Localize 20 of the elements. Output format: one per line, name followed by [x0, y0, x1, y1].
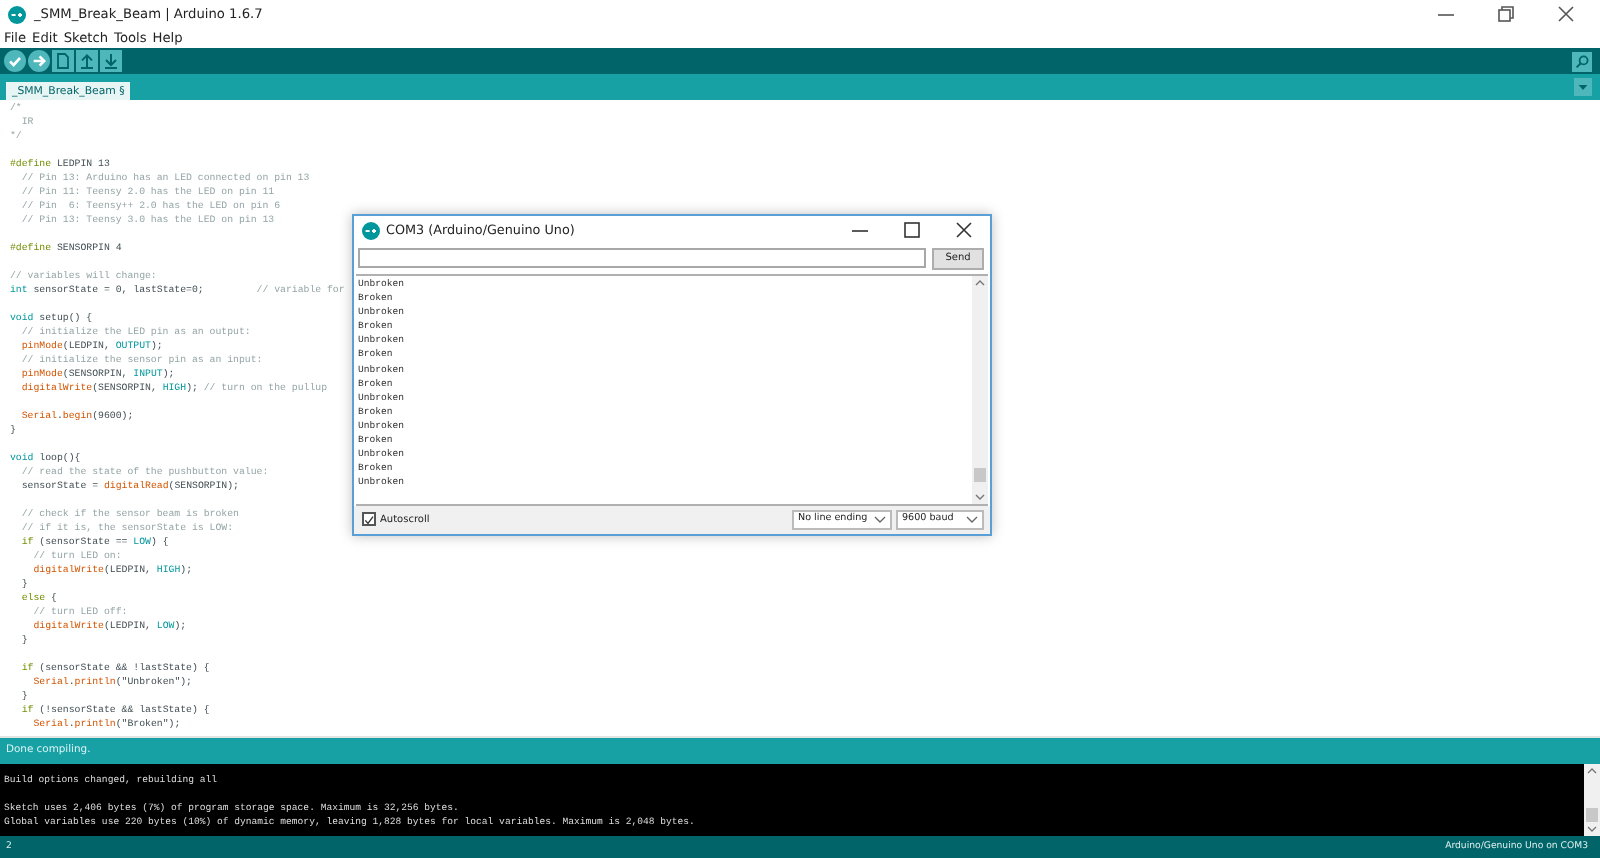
- restore-icon[interactable]: [1496, 4, 1516, 24]
- message-input-field[interactable]: [358, 248, 926, 269]
- up-arrow-icon[interactable]: [76, 50, 98, 72]
- app-logo-icon: [362, 221, 380, 240]
- scrollbar[interactable]: [972, 275, 988, 504]
- app-logo-icon: [8, 5, 26, 23]
- autoscroll-checkbox[interactable]: [362, 512, 376, 527]
- search-icon[interactable]: [1572, 51, 1592, 71]
- close-icon[interactable]: [1556, 4, 1576, 24]
- checkmark-icon: [364, 513, 374, 526]
- scrollbar[interactable]: [1584, 764, 1600, 836]
- down-arrow-icon[interactable]: [100, 50, 122, 72]
- maximize-icon[interactable]: [902, 220, 922, 241]
- check-icon[interactable]: [4, 50, 26, 72]
- document-icon[interactable]: [52, 50, 74, 72]
- close-icon[interactable]: [954, 220, 974, 241]
- caret-icon: [874, 515, 886, 524]
- dropdown-icon[interactable]: [1574, 78, 1592, 96]
- arrow-icon[interactable]: [28, 50, 50, 72]
- caret-icon: [966, 515, 978, 524]
